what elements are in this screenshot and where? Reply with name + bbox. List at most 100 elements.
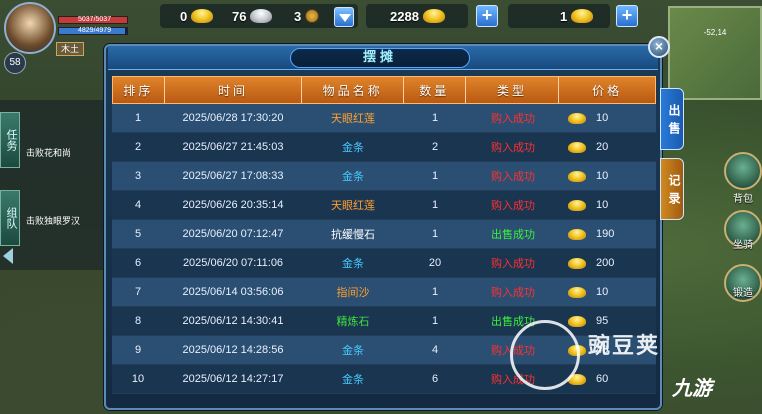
add-bound-gold-button[interactable]: +	[616, 5, 638, 27]
cell-quantity: 1	[431, 199, 439, 211]
silver-ingot-value: 76	[232, 8, 247, 24]
minimap[interactable]: -52,14	[668, 6, 762, 100]
coin-counter: 3	[294, 5, 320, 27]
bag-menu-icon[interactable]	[724, 152, 762, 190]
cell-item-name: 抗缓慢石	[331, 229, 375, 241]
cell-time: 2025/06/20 07:12:47	[182, 228, 284, 240]
cell-price: 20	[560, 133, 656, 161]
header-type: 类型	[466, 77, 560, 103]
gold-ingot-icon	[568, 257, 586, 269]
gold-ingot-icon	[568, 286, 586, 298]
header-qty: 数量	[404, 77, 466, 103]
header-item: 物品名称	[302, 77, 404, 103]
tab-sell[interactable]: 出售	[660, 88, 684, 150]
table-row: 1 2025/06/28 17:30:20 天眼红莲 1 购入成功 10	[112, 104, 656, 133]
price-value: 95	[596, 315, 609, 327]
gold-ingot-icon	[568, 112, 586, 124]
header-price: 价格	[592, 83, 623, 98]
cell-quantity: 20	[428, 257, 442, 269]
cell-time: 2025/06/12 14:27:17	[182, 373, 284, 385]
cell-item-name: 金条	[342, 374, 364, 386]
cell-item-name: 精炼石	[336, 316, 370, 328]
quest-line-1[interactable]: 击败花和尚	[26, 146, 71, 159]
bound-gold-icon	[571, 9, 594, 23]
cell-time: 2025/06/28 17:30:20	[182, 112, 284, 124]
tab-team[interactable]: 组队	[0, 190, 20, 246]
yuanbao-icon	[422, 9, 445, 23]
cell-index: 2	[134, 141, 142, 153]
gold-ingot-value: 0	[180, 8, 188, 24]
watermark-text: 豌豆荚	[588, 334, 661, 359]
price-value: 10	[596, 112, 609, 124]
cell-type: 购入成功	[491, 142, 535, 154]
price-value: 200	[596, 257, 615, 269]
price-value: 20	[596, 141, 609, 153]
tab-quest[interactable]: 任务	[0, 112, 20, 168]
cell-index: 6	[134, 257, 142, 269]
bag-menu-label: 背包	[733, 194, 753, 205]
table-row: 7 2025/06/14 03:56:06 指间沙 1 购入成功 10	[112, 278, 656, 307]
bound-gold-value: 1	[560, 8, 568, 24]
table-row: 2 2025/06/27 21:45:03 金条 2 购入成功 20	[112, 133, 656, 162]
collapse-arrow-icon[interactable]	[3, 248, 13, 264]
cell-time: 2025/06/26 20:35:14	[182, 199, 284, 211]
gold-ingot-icon	[568, 199, 586, 211]
forge-menu-label: 锻造	[733, 288, 753, 299]
cell-quantity: 4	[431, 344, 439, 356]
bound-gold-counter: 1	[560, 5, 594, 27]
currency-dropdown-button[interactable]	[334, 7, 354, 27]
cell-item-name: 金条	[342, 258, 364, 270]
table-row: 4 2025/06/26 20:35:14 天眼红莲 1 购入成功 10	[112, 191, 656, 220]
mount-menu-label: 坐骑	[733, 240, 753, 251]
player-avatar[interactable]	[4, 2, 56, 54]
cell-item-name: 指间沙	[336, 287, 370, 299]
coin-icon	[305, 9, 320, 23]
close-button[interactable]: ×	[648, 36, 670, 58]
table-row: 3 2025/06/27 17:08:33 金条 1 购入成功 10	[112, 162, 656, 191]
player-role-tag: 木土	[56, 42, 85, 56]
cell-item-name: 金条	[342, 142, 364, 154]
cell-time: 2025/06/27 21:45:03	[182, 141, 284, 153]
cell-time: 2025/06/20 07:11:06	[182, 257, 284, 269]
quest-line-2[interactable]: 击败独眼罗汉	[26, 214, 80, 227]
table-row: 5 2025/06/20 07:12:47 抗缓慢石 1 出售成功 190	[112, 220, 656, 249]
cell-quantity: 2	[431, 141, 439, 153]
cell-type: 购入成功	[491, 113, 535, 125]
cell-time: 2025/06/27 17:08:33	[182, 170, 284, 182]
yuanbao-counter: 2288	[390, 5, 445, 27]
cell-price: 10	[560, 104, 656, 132]
add-yuanbao-button[interactable]: +	[476, 5, 498, 27]
silver-ingot-counter: 76	[232, 5, 273, 27]
cell-time: 2025/06/12 14:28:56	[182, 344, 284, 356]
cell-index: 7	[134, 286, 142, 298]
cell-item-name: 天眼红莲	[331, 200, 375, 212]
cell-quantity: 1	[431, 112, 439, 124]
cell-time: 2025/06/12 14:30:41	[182, 315, 284, 327]
price-value: 10	[596, 170, 609, 182]
yuanbao-value: 2288	[390, 8, 419, 24]
gold-ingot-icon	[568, 315, 586, 327]
watermark-text-2: 九游	[672, 376, 712, 400]
cell-item-name: 金条	[342, 345, 364, 357]
cell-time: 2025/06/14 03:56:06	[182, 286, 284, 298]
cell-index: 3	[134, 170, 142, 182]
price-value: 60	[596, 373, 609, 385]
header-index: 排序	[113, 77, 165, 103]
cell-quantity: 1	[431, 315, 439, 327]
gold-ingot-icon	[568, 141, 586, 153]
gold-ingot-icon	[568, 170, 586, 182]
table-row: 8 2025/06/12 14:30:41 精炼石 1 出售成功 95	[112, 307, 656, 336]
price-value: 10	[596, 286, 609, 298]
cell-type: 购入成功	[491, 287, 535, 299]
cell-price: 200	[560, 249, 656, 277]
cell-quantity: 1	[431, 170, 439, 182]
cell-item-name: 金条	[342, 171, 364, 183]
cell-quantity: 1	[431, 286, 439, 298]
minimap-coordinates: -52,14	[703, 28, 727, 37]
gold-ingot-counter: 0	[180, 5, 214, 27]
gold-ingot-icon	[191, 9, 214, 23]
tab-record[interactable]: 记录	[660, 158, 684, 220]
resource-bg-bound-gold	[508, 4, 610, 28]
mp-text: 4829/4979	[78, 27, 112, 34]
cell-type: 出售成功	[491, 229, 535, 241]
